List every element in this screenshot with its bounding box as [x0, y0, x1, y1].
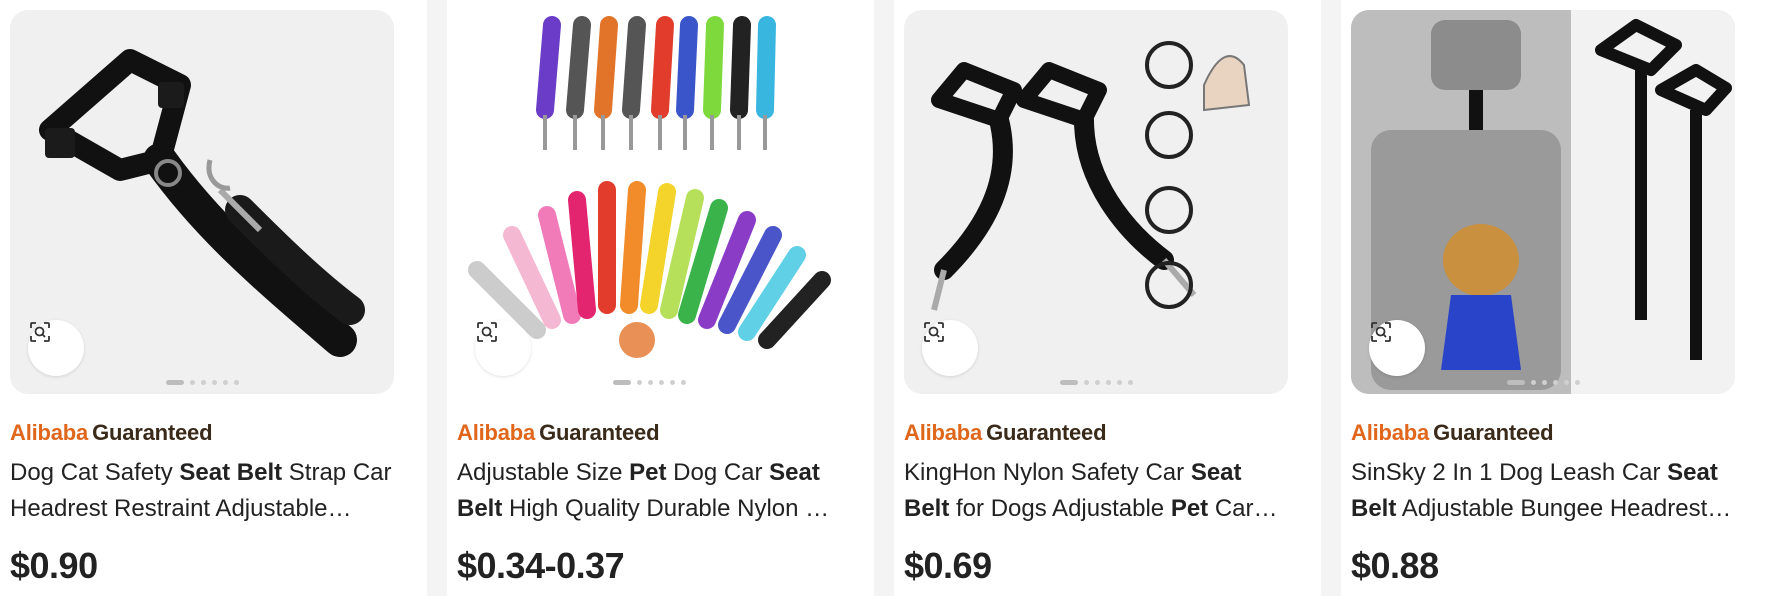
image-search-button[interactable] [1369, 320, 1425, 376]
title-segment: Pet [1170, 495, 1209, 522]
product-card[interactable]: Alibaba Guaranteed SinSky 2 In 1 Dog Leas… [1341, 0, 1768, 596]
product-image[interactable] [457, 10, 841, 394]
image-carousel-indicator [1351, 378, 1735, 386]
title-segment: Adjustable Size [457, 459, 630, 486]
image-search-button[interactable] [28, 320, 84, 376]
product-card[interactable]: Alibaba Guaranteed Dog Cat Safety Seat Be… [0, 0, 427, 596]
image-carousel-indicator [457, 378, 841, 386]
badge-guaranteed: Guaranteed [539, 420, 660, 445]
product-title[interactable]: KingHon Nylon Safety Car Seat Belt for D… [904, 455, 1289, 527]
product-title[interactable]: Dog Cat Safety Seat Belt Strap Car Headr… [10, 455, 395, 527]
product-image[interactable] [1351, 10, 1735, 394]
alibaba-guaranteed-badge: Alibaba Guaranteed [1351, 420, 1554, 446]
image-search-button[interactable] [475, 320, 531, 376]
title-segment: Seat Belt [179, 459, 283, 486]
product-price: $0.69 [904, 545, 992, 586]
title-segment: Dog Cat Safety [10, 459, 180, 486]
title-segment: Adjustable Bungee Headrest Restraint [1401, 495, 1708, 522]
product-card[interactable]: Alibaba Guaranteed KingHon Nylon Safety C… [894, 0, 1321, 596]
product-title[interactable]: Adjustable Size Pet Dog Car Seat Belt Hi… [457, 455, 842, 527]
title-segment: Dog Car [666, 459, 770, 486]
title-segment: High Quality Durable Nylon Pet Car Seat … [509, 495, 842, 522]
image-carousel-indicator [904, 378, 1288, 386]
badge-alibaba: Alibaba [1351, 420, 1430, 445]
product-price: $0.34-0.37 [457, 545, 625, 586]
product-title[interactable]: SinSky 2 In 1 Dog Leash Car Seat Belt Ad… [1351, 455, 1736, 527]
badge-alibaba: Alibaba [10, 420, 89, 445]
badge-guaranteed: Guaranteed [1433, 420, 1554, 445]
badge-alibaba: Alibaba [904, 420, 983, 445]
image-search-icon [30, 322, 50, 342]
image-search-icon [924, 322, 944, 342]
image-search-button[interactable] [922, 320, 978, 376]
badge-guaranteed: Guaranteed [92, 420, 213, 445]
title-segment: KingHon Nylon Safety Car [904, 459, 1191, 486]
badge-alibaba: Alibaba [457, 420, 536, 445]
alibaba-guaranteed-badge: Alibaba Guaranteed [457, 420, 660, 446]
product-price: $0.88 [1351, 545, 1439, 586]
badge-guaranteed: Guaranteed [986, 420, 1107, 445]
product-card[interactable]: Alibaba Guaranteed Adjustable Size Pet Do… [447, 0, 874, 596]
title-segment: SinSky 2 In 1 Dog Leash Car [1351, 459, 1668, 486]
product-image[interactable] [904, 10, 1288, 394]
title-segment: Pet [629, 459, 667, 486]
title-segment: for Dogs Adjustable [949, 495, 1171, 522]
alibaba-guaranteed-badge: Alibaba Guaranteed [10, 420, 213, 446]
image-search-icon [477, 322, 497, 342]
alibaba-guaranteed-badge: Alibaba Guaranteed [904, 420, 1107, 446]
product-image[interactable] [10, 10, 394, 394]
image-search-icon [1371, 322, 1391, 342]
image-carousel-indicator [10, 378, 394, 386]
product-price: $0.90 [10, 545, 98, 586]
